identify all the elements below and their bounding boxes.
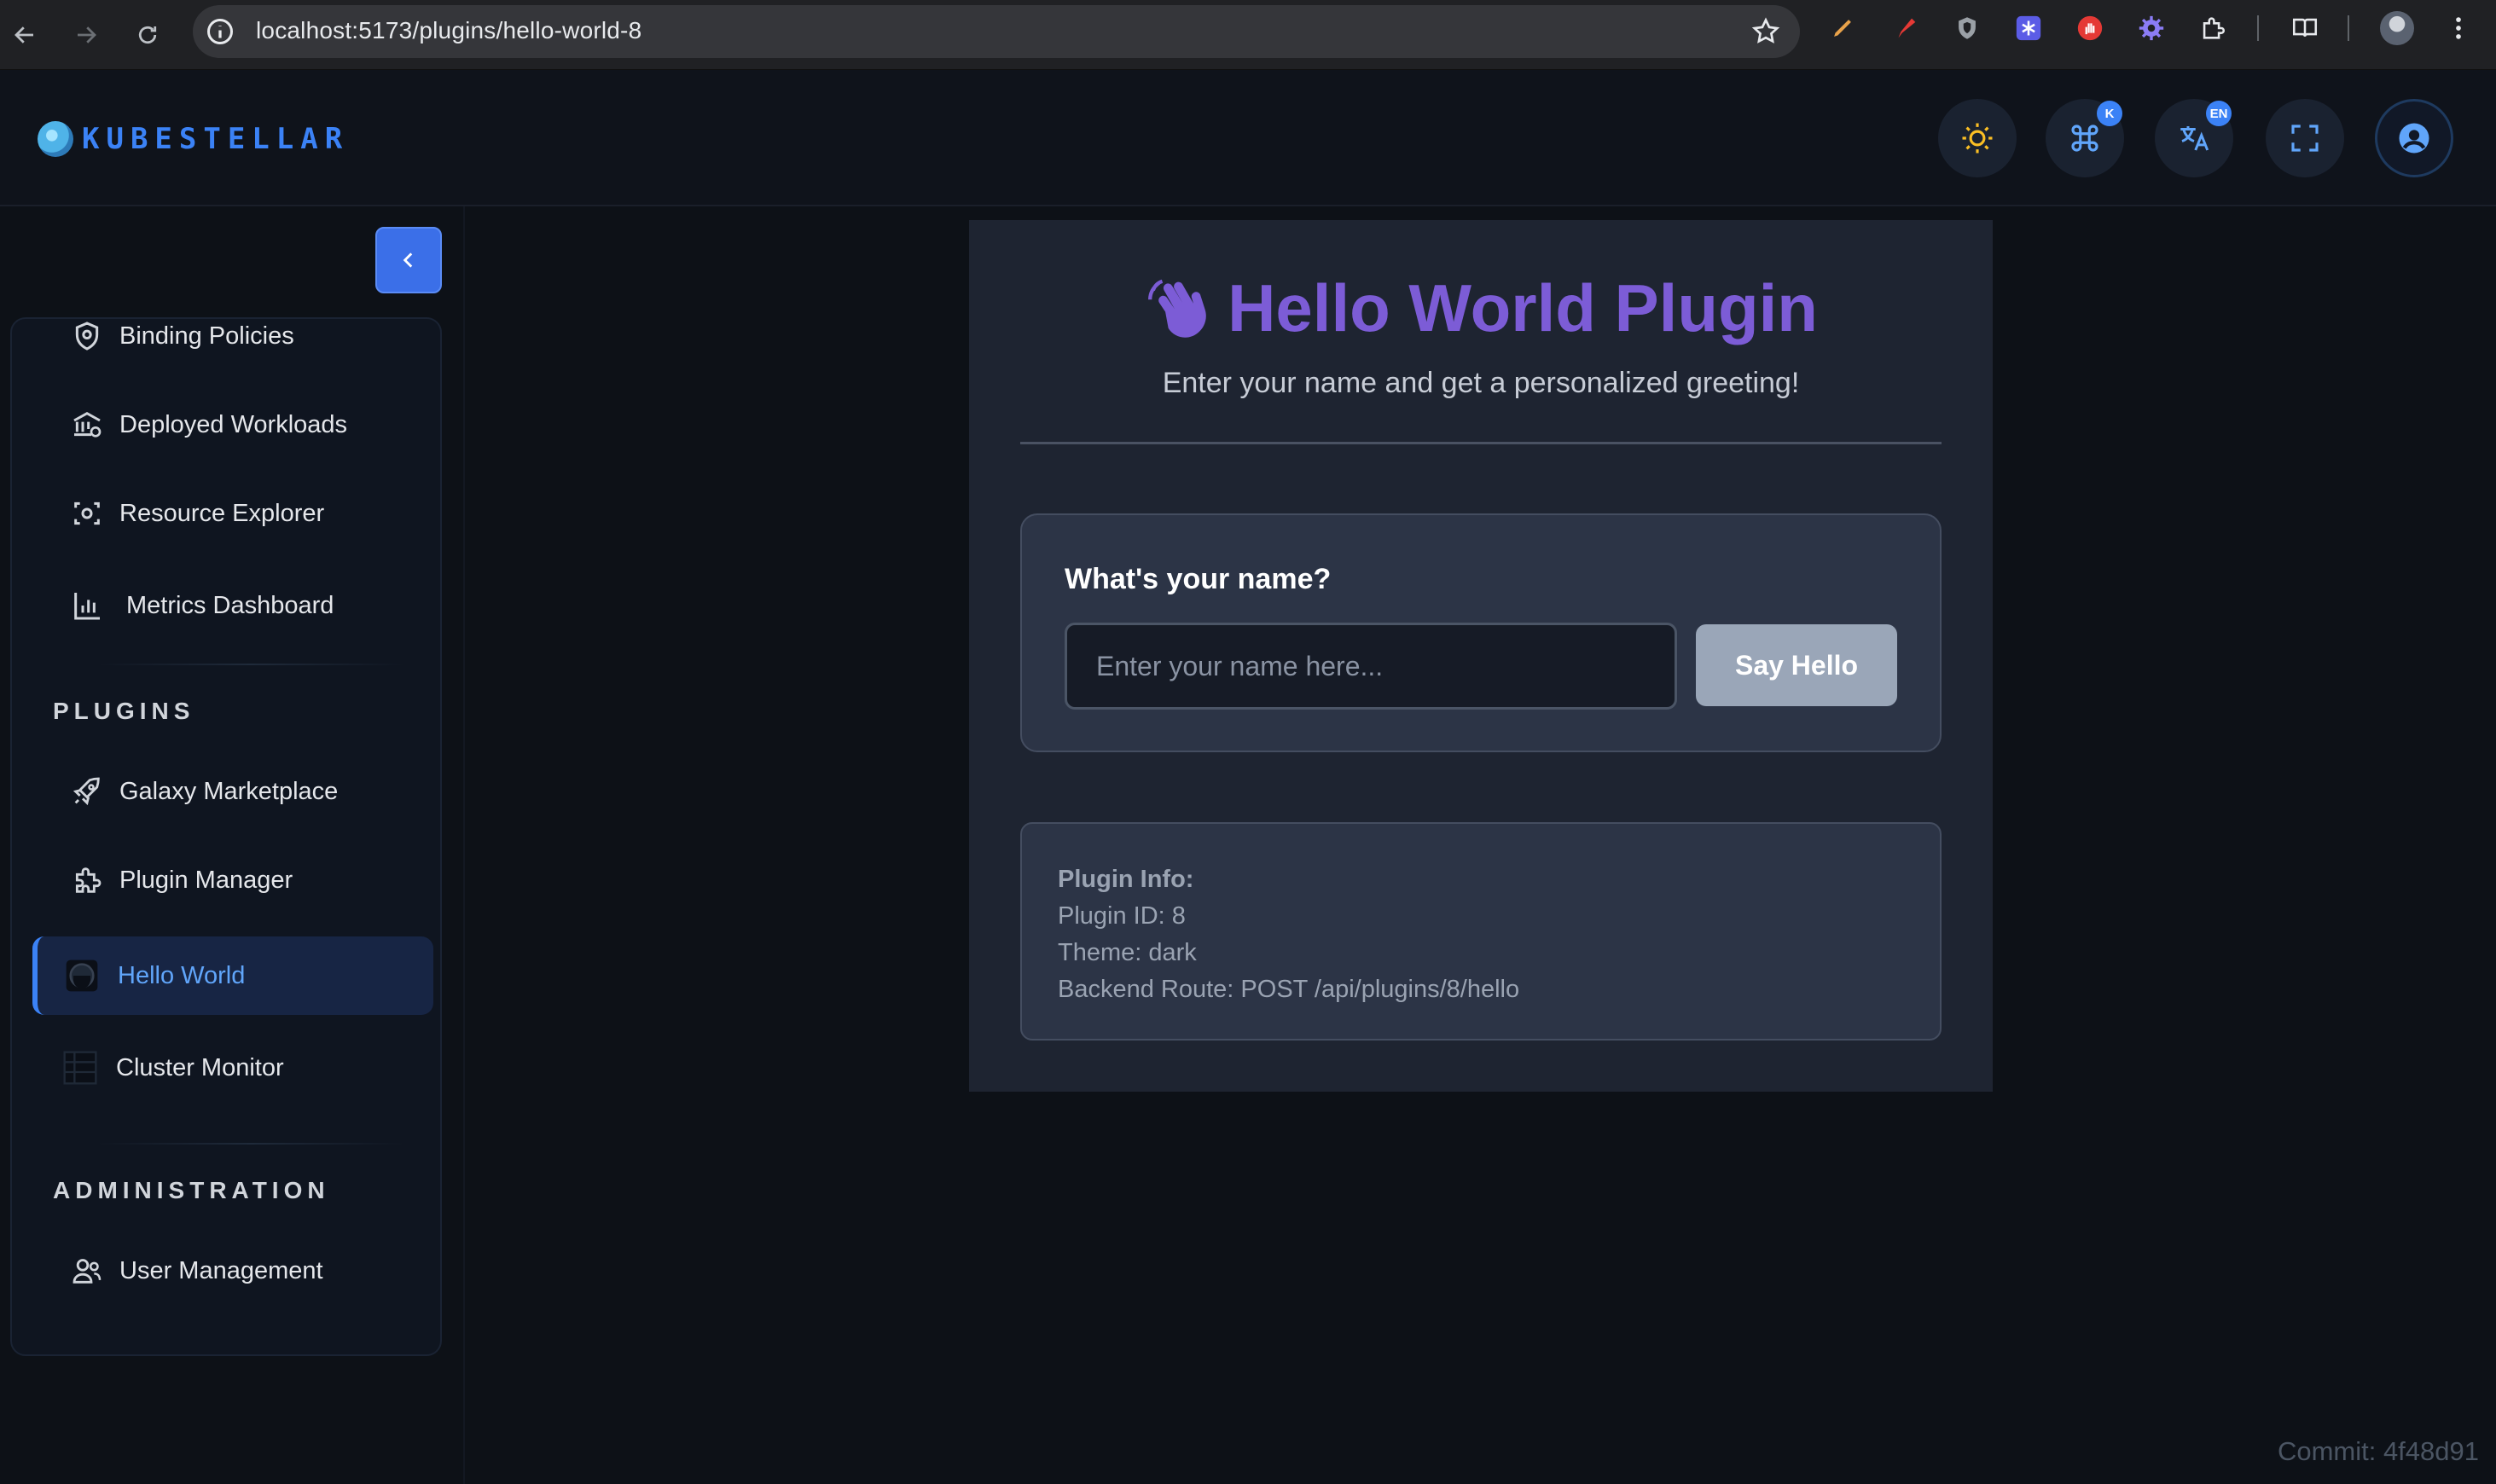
language-badge: EN (2206, 101, 2232, 126)
sidebar-item-label: Galaxy Marketplace (119, 777, 339, 805)
sidebar-item-metrics-dashboard[interactable]: Metrics Dashboard (32, 570, 433, 641)
sidebar-item-deployed-workloads[interactable]: Deployed Workloads (32, 389, 433, 461)
puzzle-icon (68, 861, 106, 899)
plugin-info-panel: Plugin Info: Plugin ID: 8 Theme: dark Ba… (1020, 822, 1942, 1041)
language-button[interactable]: EN (2155, 99, 2233, 177)
sidebar-item-binding-policies[interactable]: Binding Policies (32, 300, 433, 372)
fullscreen-icon (2291, 125, 2319, 152)
sidebar-item-hello-world[interactable]: Hello World (32, 936, 433, 1015)
plugin-theme-text: Theme: dark (1058, 939, 1197, 966)
theme-toggle-button[interactable] (1938, 99, 2017, 177)
user-circle-icon (2399, 123, 2429, 154)
fullscreen-button[interactable] (2266, 99, 2344, 177)
section-title-plugins: PLUGINS (53, 698, 195, 724)
user-menu-button[interactable] (2375, 99, 2453, 177)
sidebar-item-label: Binding Policies (119, 322, 294, 350)
sidebar-item-label: User Management (119, 1256, 323, 1284)
snowflake-extension-icon[interactable] (2013, 13, 2044, 43)
logo-icon (38, 121, 73, 157)
plugin-route-text: Backend Route: POST /api/plugins/8/hello (1058, 976, 1520, 1003)
grid-icon (61, 1049, 99, 1087)
commit-hash: Commit: 4f48d91 (2277, 1436, 2479, 1466)
command-palette-button[interactable]: K (2046, 99, 2124, 177)
translate-icon (2180, 126, 2209, 151)
command-badge: K (2097, 101, 2122, 126)
app-header: KUBESTELLAR K EN (0, 70, 2496, 206)
reload-button[interactable] (125, 12, 171, 58)
highlighter-extension-icon[interactable] (1890, 13, 1921, 43)
sidebar-item-label: Resource Explorer (119, 499, 325, 527)
sidebar-border (463, 206, 465, 1484)
kubestellar-logo[interactable]: KUBESTELLAR (38, 121, 349, 157)
building-icon (68, 406, 106, 443)
sidebar-divider (97, 1143, 404, 1145)
sidebar: Binding Policies Deployed Workloads Reso… (10, 317, 442, 1356)
say-hello-button[interactable]: Say Hello (1696, 624, 1897, 706)
bar-chart-icon (68, 587, 106, 624)
sidebar-item-label: Metrics Dashboard (126, 591, 334, 619)
name-question-label: What's your name? (1065, 563, 1332, 595)
sidebar-item-resource-explorer[interactable]: Resource Explorer (32, 478, 433, 549)
shield-icon (68, 317, 106, 355)
plugin-title: Hello World Plugin (969, 270, 1993, 347)
plugin-icon (63, 957, 101, 994)
name-form: What's your name? Say Hello (1020, 513, 1942, 752)
waving-hand-icon (1148, 279, 1206, 338)
bookmark-star-icon[interactable] (1750, 16, 1781, 47)
sidebar-item-plugin-manager[interactable]: Plugin Manager (32, 844, 433, 916)
url-text: localhost:5173/plugins/hello-world-8 (256, 17, 642, 43)
browser-toolbar: localhost:5173/plugins/hello-world-8 (0, 0, 2496, 70)
collapse-sidebar-button[interactable] (375, 227, 442, 293)
sidebar-divider (97, 664, 404, 665)
plugin-id-text: Plugin ID: 8 (1058, 902, 1186, 930)
sidebar-item-label: Hello World (118, 961, 246, 989)
arrow-left-icon (15, 26, 33, 43)
rocket-icon (68, 773, 106, 810)
sidebar-item-label: Deployed Workloads (119, 410, 348, 438)
profile-avatar[interactable] (2380, 11, 2414, 45)
sun-icon (1962, 123, 1993, 154)
hello-world-plugin-card: Hello World Plugin Enter your name and g… (969, 220, 1993, 1092)
logo-text: KUBESTELLAR (82, 122, 350, 156)
address-bar[interactable]: localhost:5173/plugins/hello-world-8 (193, 5, 1800, 58)
title-divider (1020, 442, 1942, 444)
site-info-icon[interactable] (205, 16, 235, 47)
sidebar-item-user-management[interactable]: User Management (32, 1235, 433, 1307)
back-button[interactable] (2, 12, 48, 58)
shield-extension-icon[interactable] (1952, 13, 1982, 43)
hand-extension-icon[interactable] (2075, 13, 2105, 43)
name-input[interactable] (1065, 623, 1677, 710)
command-icon (2071, 125, 2098, 152)
scan-icon (68, 495, 106, 532)
forward-button[interactable] (63, 12, 109, 58)
chevron-left-icon (403, 252, 413, 268)
sidebar-item-cluster-monitor[interactable]: Cluster Monitor (32, 1032, 433, 1104)
sidebar-item-galaxy-marketplace[interactable]: Galaxy Marketplace (32, 756, 433, 827)
users-icon (68, 1252, 106, 1290)
pen-extension-icon[interactable] (1827, 13, 1858, 43)
plugin-subtitle: Enter your name and get a personalized g… (1162, 367, 1800, 399)
sidebar-item-label: Cluster Monitor (116, 1053, 284, 1081)
section-title-administration: ADMINISTRATION (53, 1177, 330, 1203)
gear-extension-icon[interactable] (2136, 13, 2167, 43)
reload-icon (138, 26, 157, 44)
plugin-info-heading: Plugin Info: (1058, 866, 1194, 893)
more-menu-icon[interactable] (2443, 13, 2474, 43)
arrow-right-icon (78, 26, 96, 43)
reading-list-icon[interactable] (2290, 13, 2320, 43)
plugin-title-text: Hello World Plugin (1228, 270, 1818, 345)
sidebar-item-label: Plugin Manager (119, 866, 293, 894)
puzzle-extension-icon[interactable] (2197, 13, 2228, 43)
